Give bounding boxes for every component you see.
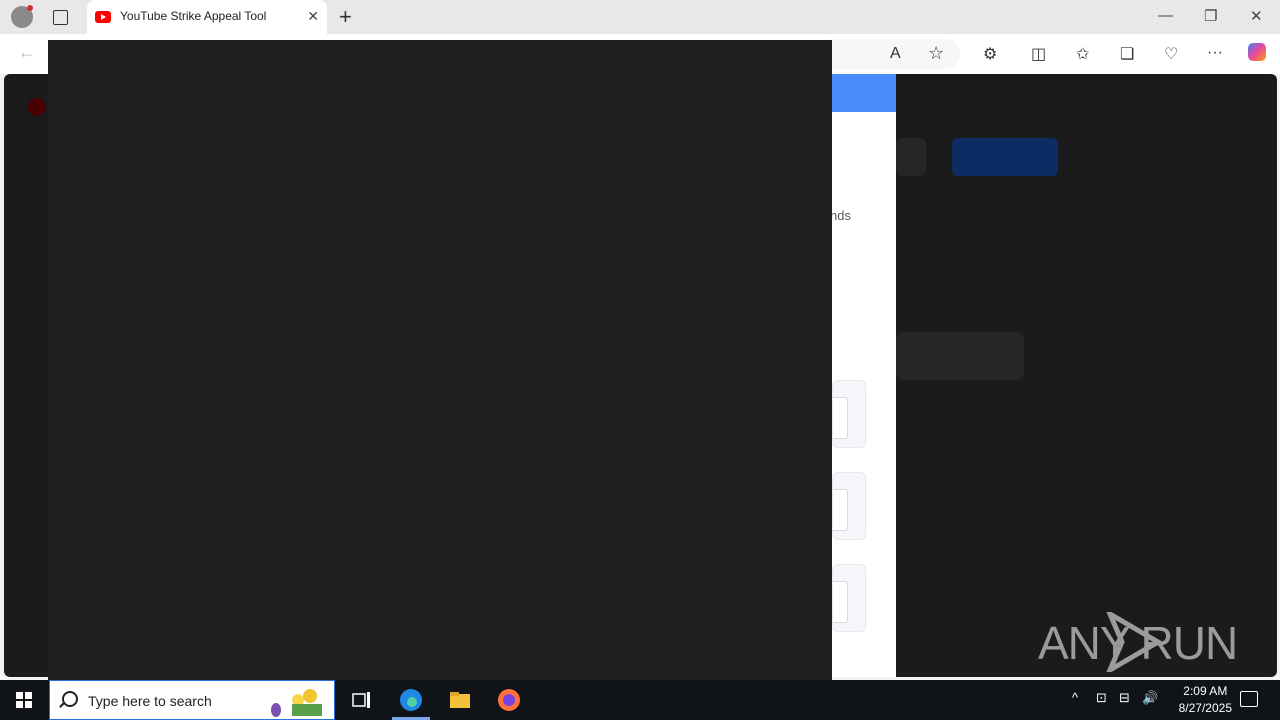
anyrun-watermark: ANY RUN — [1038, 608, 1238, 676]
back-button[interactable]: ← — [18, 42, 36, 63]
split-screen-icon[interactable]: ◫ — [1031, 44, 1046, 64]
clock-date: 8/27/2025 — [1178, 701, 1232, 715]
close-window-button[interactable]: ✕ — [1250, 7, 1263, 25]
dimmed-input — [896, 138, 926, 176]
favorite-star-icon[interactable]: ☆ — [928, 43, 944, 64]
volume-icon[interactable]: 🔊 — [1142, 690, 1158, 706]
tab-youtube-strike-appeal[interactable]: YouTube Strike Appeal Tool ✕ — [87, 0, 327, 34]
settings-menu-icon[interactable]: ··· — [1207, 44, 1223, 62]
search-icon — [62, 691, 78, 707]
panel-header — [832, 74, 896, 112]
copilot-icon[interactable] — [1248, 43, 1266, 61]
tab-close-icon[interactable]: ✕ — [307, 8, 319, 25]
collections-icon[interactable]: ❏ — [1120, 44, 1134, 64]
panel-text-fragment: nds — [830, 208, 851, 223]
form-input[interactable] — [833, 397, 848, 439]
form-input[interactable] — [833, 581, 848, 623]
network-icon[interactable]: ⊟ — [1119, 690, 1130, 706]
extensions-icon[interactable]: ⚙ — [983, 44, 997, 64]
task-view-icon[interactable] — [350, 688, 374, 712]
system-clock[interactable]: 2:09 AM 8/27/2025 — [1179, 683, 1232, 717]
profile-notification-dot — [27, 5, 33, 11]
tab-title: YouTube Strike Appeal Tool — [120, 9, 267, 23]
site-logo-icon — [28, 98, 46, 116]
restore-button[interactable]: ❐ — [1204, 7, 1217, 25]
form-card — [832, 472, 866, 540]
dimmed-action-button[interactable] — [952, 138, 1058, 176]
start-button[interactable] — [16, 692, 32, 708]
form-input[interactable] — [833, 489, 848, 531]
form-card — [832, 564, 866, 632]
clock-time: 2:09 AM — [1183, 684, 1228, 698]
read-aloud-icon[interactable]: A — [890, 45, 901, 63]
new-tab-button[interactable]: + — [339, 4, 352, 30]
dimmed-card — [896, 332, 1024, 380]
edge-browser-icon[interactable] — [399, 688, 423, 712]
favorites-icon[interactable]: ✩ — [1076, 44, 1089, 64]
notification-center-icon[interactable] — [1240, 691, 1258, 707]
taskbar-search-box[interactable]: Type here to search — [49, 680, 335, 720]
tray-meet-icon[interactable]: ⊡ — [1096, 690, 1107, 706]
youtube-favicon-icon — [95, 11, 111, 23]
browser-essentials-icon[interactable]: ♡ — [1164, 44, 1178, 64]
tab-actions-icon[interactable] — [53, 10, 68, 25]
tab-bar: YouTube Strike Appeal Tool ✕ + — ❐ ✕ — [0, 0, 1280, 34]
minimize-button[interactable]: — — [1158, 7, 1173, 24]
watermark-text: ANY RUN — [1038, 617, 1238, 669]
search-placeholder: Type here to search — [88, 693, 212, 709]
windows-taskbar: Type here to search ^ ⊡ ⊟ 🔊 2:09 AM 8/27… — [0, 680, 1280, 720]
firefox-icon[interactable] — [497, 688, 521, 712]
address-bar-right[interactable]: A ☆ — [830, 39, 960, 69]
blank-overlay-window — [48, 40, 832, 680]
file-explorer-icon[interactable] — [448, 688, 472, 712]
tray-show-hidden-icon[interactable]: ^ — [1072, 690, 1078, 705]
form-card — [832, 380, 866, 448]
search-highlight-flowers-icon — [271, 689, 322, 717]
